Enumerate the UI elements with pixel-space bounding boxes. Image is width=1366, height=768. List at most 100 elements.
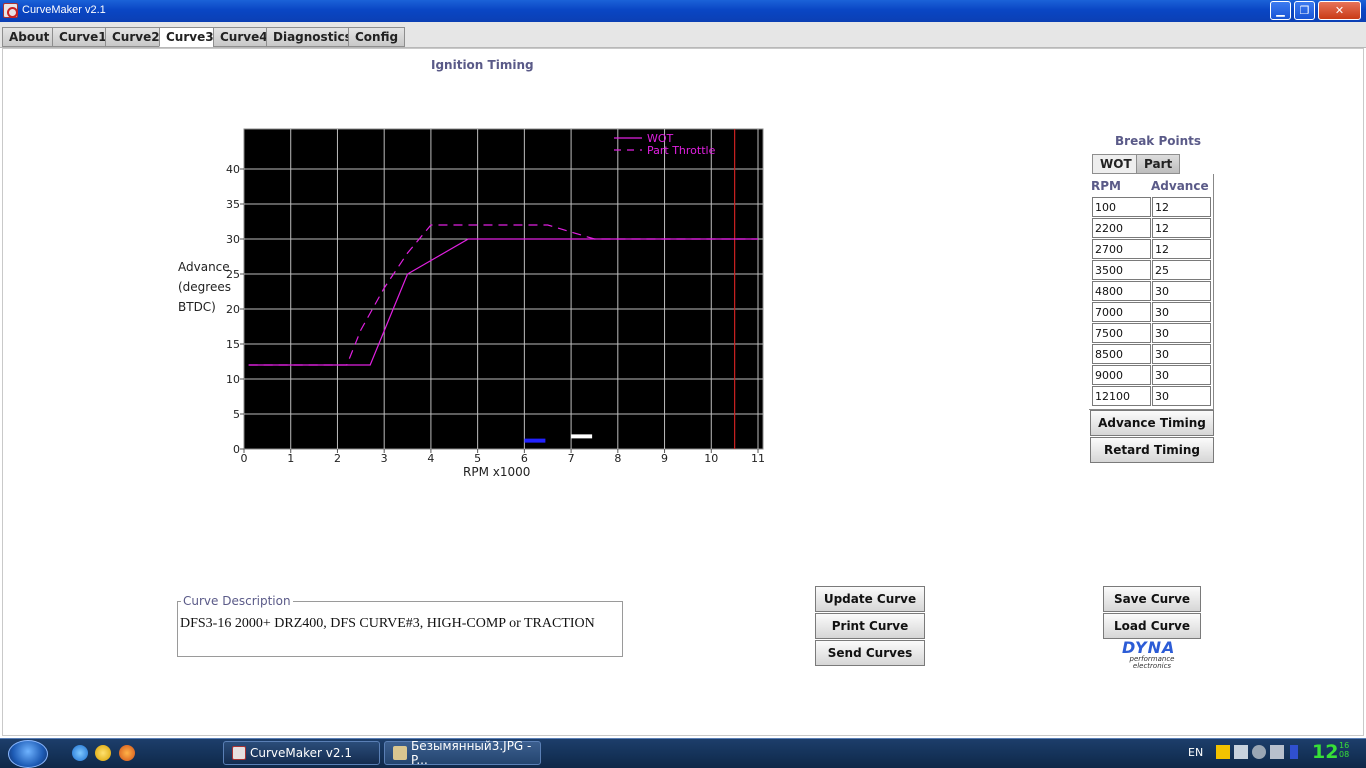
x-tick-label: 4 (427, 452, 434, 465)
print-curve-label: Print Curve (831, 619, 909, 633)
advance-field[interactable]: 30 (1152, 365, 1211, 385)
update-curve-button[interactable]: Update Curve (815, 586, 925, 612)
send-curves-label: Send Curves (827, 646, 913, 660)
device-icon[interactable] (1270, 745, 1284, 759)
load-curve-button[interactable]: Load Curve (1103, 613, 1201, 639)
close-button[interactable]: ✕ (1318, 1, 1361, 20)
taskbar-item-label: CurveMaker v2.1 (250, 746, 352, 760)
maximize-button[interactable]: ❐ (1294, 1, 1315, 20)
save-curve-label: Save Curve (1113, 592, 1191, 606)
advance-field[interactable]: 30 (1152, 281, 1211, 301)
advance-timing-button[interactable]: Advance Timing (1090, 410, 1214, 436)
curvemaker-icon (232, 746, 246, 760)
x-tick-label: 3 (381, 452, 388, 465)
y-tick-label: 0 (233, 443, 240, 456)
advance-timing-label: Advance Timing (1098, 416, 1206, 430)
rpm-column-header: RPM (1091, 179, 1121, 193)
network-icon[interactable] (1234, 745, 1248, 759)
dyna-logo: DYNA performance electronics (1122, 638, 1182, 670)
send-curves-button[interactable]: Send Curves (815, 640, 925, 666)
x-axis-label: RPM x1000 (463, 465, 531, 479)
y-tick-label: 15 (226, 338, 240, 351)
save-curve-button[interactable]: Save Curve (1103, 586, 1201, 612)
x-tick-label: 0 (241, 452, 248, 465)
tab-curve3[interactable]: Curve3 (159, 27, 221, 47)
clock-min-top: 16 (1339, 741, 1350, 750)
x-tick-label: 1 (287, 452, 294, 465)
tab-diagnostics[interactable]: Diagnostics (266, 27, 359, 47)
advance-field[interactable]: 12 (1152, 239, 1211, 259)
rpm-field[interactable]: 7000 (1092, 302, 1151, 322)
x-tick-label: 8 (614, 452, 621, 465)
y-tick-label: 20 (226, 303, 240, 316)
x-tick-label: 10 (704, 452, 718, 465)
update-curve-label: Update Curve (823, 592, 917, 606)
taskbar-item-paint[interactable]: Безымянный3.JPG - P... (384, 739, 541, 767)
curve-description-text[interactable]: DFS3-16 2000+ DRZ400, DFS CURVE#3, HIGH-… (180, 616, 595, 632)
taskbar-item-curvemaker[interactable]: CurveMaker v2.1 (223, 741, 380, 765)
tab-wot[interactable]: WOT (1092, 154, 1140, 174)
breakpoints-title: Break Points (1115, 134, 1202, 148)
clock-hour[interactable]: 12 (1312, 741, 1338, 763)
volume-icon[interactable] (1252, 745, 1266, 759)
rpm-field[interactable]: 2700 (1092, 239, 1151, 259)
y-tick-label: 25 (226, 268, 240, 281)
aimp-icon[interactable] (95, 745, 111, 761)
x-tick-label: 7 (568, 452, 575, 465)
tab-bar: About Curve1 Curve2 Curve3 Curve4 Diagno… (0, 22, 1366, 48)
firefox-icon[interactable] (119, 745, 135, 761)
advance-field[interactable]: 30 (1152, 302, 1211, 322)
rpm-field[interactable]: 100 (1092, 197, 1151, 217)
tab-part[interactable]: Part (1136, 154, 1181, 174)
advance-field[interactable]: 25 (1152, 260, 1211, 280)
advance-field[interactable]: 30 (1152, 323, 1211, 343)
rpm-field[interactable]: 9000 (1092, 365, 1151, 385)
window-title: CurveMaker v2.1 (22, 4, 106, 16)
ie-icon[interactable] (72, 745, 88, 761)
rpm-field[interactable]: 4800 (1092, 281, 1151, 301)
advance-field[interactable]: 30 (1152, 386, 1211, 406)
legend-label: Part Throttle (647, 144, 716, 157)
x-tick-label: 6 (521, 452, 528, 465)
ignition-timing-chart[interactable]: 0 1 2 3 4 5 6 7 8 9 10 110510152025303540WOTPart Th… (170, 120, 790, 465)
taskbar (0, 738, 1366, 768)
tab-curve2[interactable]: Curve2 (105, 27, 167, 47)
title-bar: CurveMaker v2.1 ▁ ❐ ✕ (0, 0, 1366, 22)
minimize-button[interactable]: ▁ (1270, 1, 1291, 20)
language-indicator[interactable]: EN (1188, 746, 1203, 759)
advance-column-header: Advance (1151, 179, 1209, 193)
advance-field[interactable]: 12 (1152, 218, 1211, 238)
battery-icon[interactable] (1290, 745, 1298, 759)
taskbar-item-label: Безымянный3.JPG - P... (411, 739, 532, 767)
plot-area (243, 128, 764, 450)
advance-field[interactable]: 12 (1152, 197, 1211, 217)
clock-minutes[interactable]: 16 08 (1339, 741, 1349, 759)
y-tick-label: 35 (226, 198, 240, 211)
retard-timing-button[interactable]: Retard Timing (1090, 437, 1214, 463)
x-tick-label: 9 (661, 452, 668, 465)
tab-about[interactable]: About (2, 27, 57, 47)
start-button[interactable] (8, 740, 48, 768)
clock-min-bottom: 08 (1339, 750, 1350, 759)
y-tick-label: 10 (226, 373, 240, 386)
tab-config[interactable]: Config (348, 27, 406, 47)
advance-field[interactable]: 30 (1152, 344, 1211, 364)
rpm-field[interactable]: 3500 (1092, 260, 1151, 280)
rpm-field[interactable]: 8500 (1092, 344, 1151, 364)
rpm-field[interactable]: 2200 (1092, 218, 1151, 238)
x-tick-label: 2 (334, 452, 341, 465)
logo-name: DYNA (1122, 638, 1176, 657)
print-curve-button[interactable]: Print Curve (815, 613, 925, 639)
minimize-icon: ▁ (1276, 4, 1285, 17)
close-icon: ✕ (1334, 4, 1345, 17)
x-tick-label: 5 (474, 452, 481, 465)
retard-timing-label: Retard Timing (1104, 443, 1200, 457)
app-icon (3, 3, 18, 18)
y-tick-label: 5 (233, 408, 240, 421)
rpm-field[interactable]: 7500 (1092, 323, 1151, 343)
paint-icon (393, 746, 407, 760)
warning-icon[interactable] (1216, 745, 1230, 759)
rpm-field[interactable]: 12100 (1092, 386, 1151, 406)
logo-subtitle: performance electronics (1129, 655, 1175, 670)
curve-description-legend: Curve Description (181, 594, 293, 608)
